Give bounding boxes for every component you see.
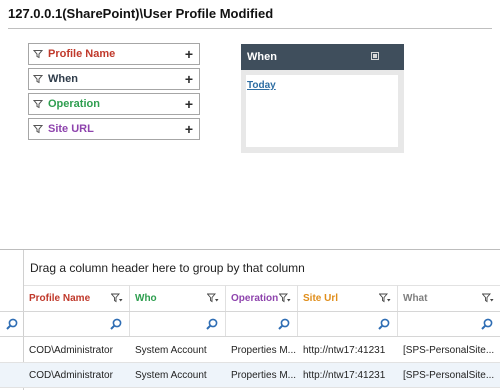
today-link[interactable]: Today [247, 80, 276, 91]
column-filter-icon[interactable] [207, 293, 219, 304]
group-by-hint[interactable]: Drag a column header here to group by th… [30, 261, 305, 275]
when-panel-header: When [241, 44, 404, 70]
column-header-site-url[interactable]: Site Url [298, 285, 398, 311]
funnel-icon [29, 74, 47, 84]
cell-who: System Account [135, 370, 207, 381]
cell-what: [SPS-PersonalSite... [403, 370, 495, 381]
magnifier-icon[interactable] [110, 318, 122, 330]
filter-cell-operation[interactable] [226, 312, 298, 336]
plus-icon[interactable]: + [179, 96, 199, 112]
column-header-what[interactable]: What [398, 285, 500, 311]
filter-label: When [48, 73, 78, 85]
cell-site-url: http://ntw17:41231 [303, 370, 386, 381]
cell-site-url: http://ntw17:41231 [303, 345, 386, 356]
filter-list: Profile Name + When + Operation + Site U… [28, 43, 200, 143]
column-header-label: What [403, 293, 428, 304]
plus-icon[interactable]: + [179, 46, 199, 62]
column-header-label: Profile Name [29, 293, 91, 304]
column-header-operation[interactable]: Operation [226, 285, 298, 311]
filter-cell-site-url[interactable] [298, 312, 398, 336]
column-header-label: Operation [231, 293, 279, 304]
filter-operation[interactable]: Operation + [28, 93, 200, 115]
column-filter-icon[interactable] [379, 293, 391, 304]
column-filter-row [0, 312, 500, 337]
cell-profile-name: COD\Administrator [29, 370, 113, 381]
cell-operation: Properties M... [231, 370, 297, 381]
filter-label: Profile Name [48, 48, 116, 60]
funnel-icon [29, 124, 47, 134]
results-grid: Drag a column header here to group by th… [0, 249, 500, 390]
filter-profile-name[interactable]: Profile Name + [28, 43, 200, 65]
when-filter-panel: When Today [241, 44, 404, 153]
magnifier-icon[interactable] [481, 318, 493, 330]
filter-cell-what[interactable] [398, 312, 500, 336]
page-title: 127.0.0.1(SharePoint)\User Profile Modif… [8, 6, 274, 21]
magnifier-icon[interactable] [278, 318, 290, 330]
filter-cell-profile-name[interactable] [24, 312, 130, 336]
column-header-row: Profile Name Who Operation Site Url What [0, 285, 500, 312]
column-header-label: Who [135, 293, 157, 304]
magnifier-icon [6, 318, 18, 330]
table-row[interactable]: COD\Administrator System Account Propert… [0, 363, 500, 388]
column-filter-icon[interactable] [482, 293, 494, 304]
column-filter-icon[interactable] [111, 293, 123, 304]
column-header-label: Site Url [303, 293, 339, 304]
when-panel-body: Today [246, 75, 398, 147]
when-panel-title: When [247, 51, 277, 63]
filter-label: Site URL [48, 123, 94, 135]
cell-profile-name: COD\Administrator [29, 345, 113, 356]
cell-operation: Properties M... [231, 345, 297, 356]
filter-when[interactable]: When + [28, 68, 200, 90]
plus-icon[interactable]: + [179, 121, 199, 137]
magnifier-icon[interactable] [378, 318, 390, 330]
funnel-icon [29, 99, 47, 109]
table-row[interactable]: COD\Administrator System Account Propert… [0, 338, 500, 363]
close-icon[interactable] [371, 52, 379, 60]
filter-cell-who[interactable] [130, 312, 226, 336]
cell-who: System Account [135, 345, 207, 356]
column-header-who[interactable]: Who [130, 285, 226, 311]
filter-label: Operation [48, 98, 100, 110]
filter-site-url[interactable]: Site URL + [28, 118, 200, 140]
column-header-profile-name[interactable]: Profile Name [24, 285, 130, 311]
plus-icon[interactable]: + [179, 71, 199, 87]
column-filter-icon[interactable] [279, 293, 291, 304]
magnifier-icon[interactable] [206, 318, 218, 330]
title-divider [8, 28, 492, 29]
funnel-icon [29, 49, 47, 59]
cell-what: [SPS-PersonalSite... [403, 345, 495, 356]
